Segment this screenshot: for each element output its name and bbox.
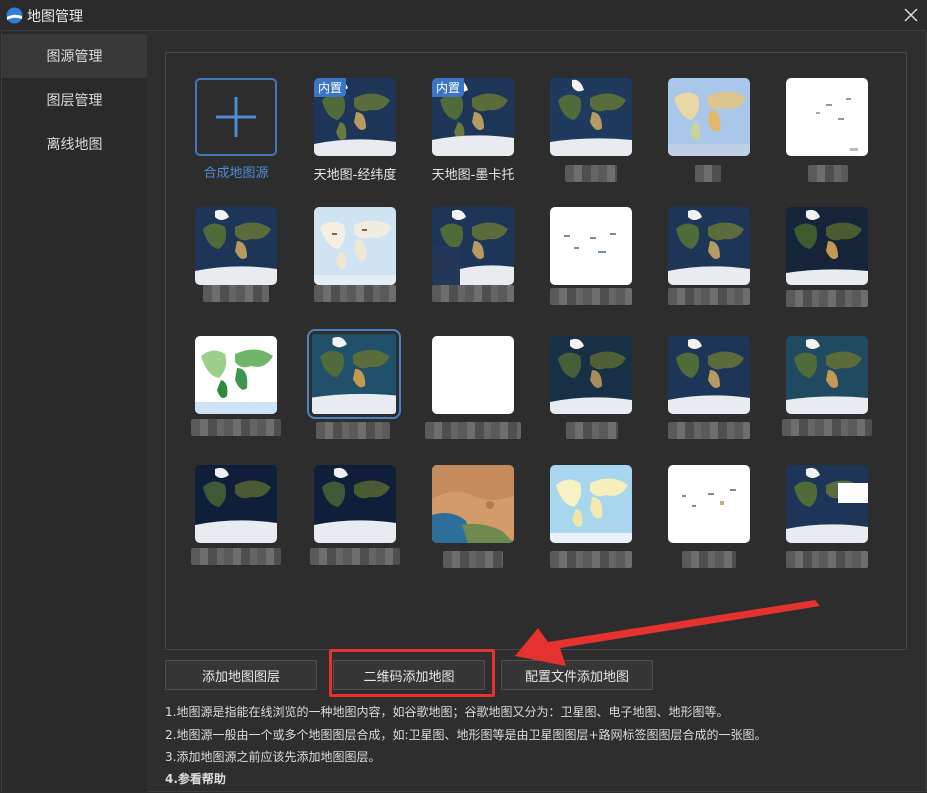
obscured-label	[550, 551, 632, 568]
obscured-label	[695, 165, 721, 182]
compose-map-source-label: 合成地图源	[203, 166, 269, 181]
satellite-map-thumbnail	[786, 207, 868, 285]
sidebar-item-layer-management[interactable]: 图层管理	[2, 78, 147, 122]
map-tile[interactable]	[668, 207, 750, 285]
map-tile[interactable]: 内置	[314, 78, 396, 156]
map-tile[interactable]: 内置	[432, 78, 514, 156]
map-tile[interactable]	[550, 336, 632, 414]
obscured-label	[786, 551, 868, 568]
label-map-thumbnail	[668, 465, 750, 543]
map-tile[interactable]	[195, 465, 277, 543]
close-button[interactable]	[898, 2, 924, 28]
plus-icon	[216, 97, 256, 137]
satellite-map-thumbnail	[314, 465, 396, 543]
sidebar-item-label: 离线地图	[46, 137, 103, 153]
window-title: 地图管理	[27, 9, 83, 25]
map-tile[interactable]	[668, 336, 750, 414]
street-map-thumbnail	[314, 207, 396, 285]
highlight-box	[329, 649, 495, 697]
map-tile[interactable]	[314, 465, 396, 543]
obscured-label	[203, 285, 269, 302]
app-logo-icon	[6, 7, 23, 24]
map-tile[interactable]	[432, 207, 514, 285]
obscured-label	[565, 165, 617, 182]
satellite-map-thumbnail	[786, 465, 868, 543]
vegetation-map-thumbnail	[195, 336, 277, 414]
satellite-map-thumbnail	[668, 207, 750, 285]
sidebar-item-label: 图源管理	[46, 49, 103, 65]
map-tile[interactable]	[195, 336, 277, 414]
builtin-badge: 内置	[314, 78, 347, 97]
sidebar-item-label: 图层管理	[46, 93, 103, 109]
close-icon	[904, 8, 918, 22]
satellite-map-thumbnail	[668, 336, 750, 414]
map-tile[interactable]	[195, 207, 277, 285]
obscured-label	[786, 290, 868, 307]
map-source-label: 天地图-经纬度	[313, 168, 397, 183]
street-map-thumbnail	[550, 465, 632, 543]
obscured-label	[682, 551, 736, 568]
obscured-label	[668, 422, 750, 439]
satellite-map-thumbnail	[550, 336, 632, 414]
obscured-label	[443, 551, 503, 568]
sidebar-item-source-management[interactable]: 图源管理	[2, 34, 147, 78]
obscured-label	[432, 285, 514, 302]
obscured-label	[808, 165, 848, 182]
obscured-label	[191, 548, 281, 565]
satellite-map-thumbnail	[432, 207, 514, 285]
obscured-label	[316, 422, 390, 439]
map-tile[interactable]	[432, 336, 514, 414]
map-tile[interactable]	[786, 465, 868, 543]
help-line-2: 2.地图源一般由一个或多个地图图层合成，如:卫星图、地形图等是由卫星图图层+路网…	[165, 728, 767, 742]
map-tile[interactable]	[550, 465, 632, 543]
obscured-label	[668, 288, 750, 305]
satellite-map-thumbnail	[195, 465, 277, 543]
map-tile[interactable]	[786, 78, 868, 156]
add-map-layer-button[interactable]: 添加地图图层	[165, 660, 317, 690]
obscured-label	[782, 419, 872, 436]
obscured-label	[425, 422, 521, 439]
map-tile[interactable]	[668, 465, 750, 543]
obscured-label	[550, 288, 632, 305]
title-bar: 地图管理	[0, 0, 927, 30]
obscured-label	[191, 419, 281, 436]
sidebar-item-offline-map[interactable]: 离线地图	[2, 122, 147, 166]
label-map-thumbnail	[550, 207, 632, 285]
satellite-map-thumbnail	[312, 334, 396, 414]
satellite-map-thumbnail	[195, 207, 277, 285]
help-line-1: 1.地图源是指能在线浏览的一种地图内容，如谷歌地图；谷歌地图又分为：卫星图、电子…	[165, 705, 729, 719]
config-file-add-map-button[interactable]: 配置文件添加地图	[501, 660, 653, 690]
map-tile[interactable]	[550, 78, 632, 156]
sidebar: 图源管理 图层管理 离线地图	[2, 32, 147, 792]
blank-map-thumbnail	[432, 336, 514, 414]
label-map-thumbnail	[786, 78, 868, 156]
obscured-label	[314, 285, 396, 302]
map-tile-selected[interactable]	[307, 329, 401, 419]
builtin-badge: 内置	[432, 78, 465, 97]
obscured-label	[566, 422, 618, 439]
map-tile[interactable]	[786, 336, 868, 414]
map-source-label: 天地图-墨卡托	[431, 168, 515, 183]
compose-map-source-button[interactable]	[195, 78, 277, 156]
map-tile[interactable]	[786, 207, 868, 285]
help-link[interactable]: 4.参看帮助	[165, 770, 226, 787]
obscured-label	[310, 548, 400, 565]
satellite-map-thumbnail	[786, 336, 868, 414]
satellite-map-thumbnail	[550, 78, 632, 156]
terrain-map-thumbnail	[668, 78, 750, 156]
desert-satellite-thumbnail	[432, 465, 514, 543]
map-tile[interactable]	[314, 207, 396, 285]
help-line-3: 3.添加地图源之前应该先添加地图图层。	[165, 750, 381, 764]
map-tile[interactable]	[550, 207, 632, 285]
map-tile[interactable]	[432, 465, 514, 543]
map-tile[interactable]	[668, 78, 750, 156]
